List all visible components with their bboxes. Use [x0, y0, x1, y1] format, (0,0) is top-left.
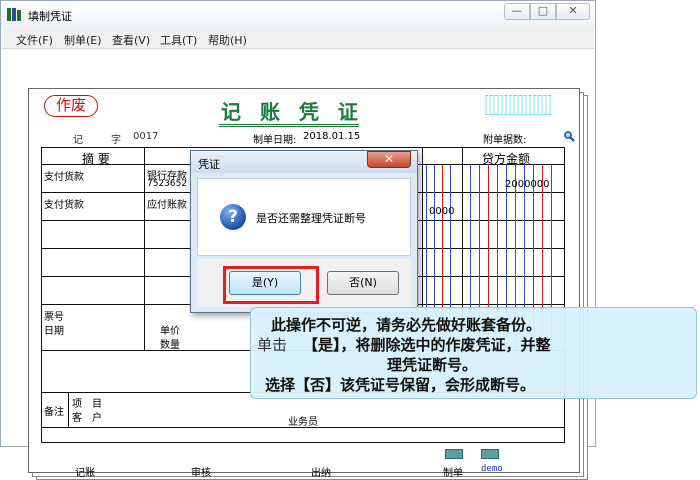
confirm-dialog: 凭证 ✕ ? 是否还需整理凭证断号 是(Y) 否(N) [190, 150, 418, 313]
row1-credit[interactable]: 2000000 [505, 179, 550, 190]
project-label: 项 目 [72, 399, 102, 410]
menu-voucher[interactable]: 制单(E) [64, 32, 102, 48]
menu-view[interactable]: 查看(V) [112, 32, 150, 48]
instruction-line-3: 理凭证断号。 [387, 356, 478, 374]
voucher-number[interactable]: 0017 [133, 131, 158, 142]
close-button[interactable]: ✕ [556, 3, 590, 20]
search-icon[interactable] [563, 130, 575, 142]
menu-file[interactable]: 文件(F) [16, 32, 53, 48]
remarks-label: 备注 [44, 407, 64, 418]
preparer-label: 制单 [443, 468, 463, 479]
title-underline [219, 124, 359, 127]
cashier-label: 出纳 [311, 468, 331, 479]
instruction-line-2: 【是】，将删除选中的作废凭证，并整 [303, 336, 551, 354]
row1-summary[interactable]: 支付货款 [44, 168, 84, 183]
row2-debit[interactable]: 0000 [429, 206, 454, 217]
question-icon: ? [220, 204, 246, 230]
salesperson-label: 业务员 [288, 417, 318, 428]
instruction-panel: 此操作不可逆，请务必先做好账套备份。 单击 【是】，将删除选中的作废凭证，并整 … [250, 307, 697, 399]
instruction-line-4: 选择【否】该凭证号保留，会形成断号。 [265, 376, 536, 394]
instruction-line-1: 此操作不可逆，请务必先做好账套备份。 [271, 316, 542, 334]
voucher-date[interactable]: 2018.01.15 [303, 131, 360, 142]
window-title: 填制凭证 [28, 10, 72, 23]
voucher-type: 记 [73, 135, 83, 146]
quantity-label: 数量 [160, 340, 180, 351]
dialog-title: 凭证 [198, 158, 220, 171]
menu-bar: 文件(F) 制单(E) 查看(V) 工具(T) 帮助(H) [2, 28, 594, 49]
voucher-stamp-area [485, 95, 551, 115]
summary-column-header: 摘 要 [82, 152, 110, 166]
voucher-number-label: 字 [111, 135, 121, 146]
menu-help[interactable]: 帮助(H) [208, 32, 247, 48]
instruction-line-2-prefix: 单击 [257, 336, 288, 354]
preparer-name: demo [481, 464, 503, 474]
dialog-titlebar[interactable]: 凭证 ✕ [191, 151, 417, 173]
row1-account-sub: 7523652 [147, 179, 188, 189]
ticket-date-label: 日期 [44, 326, 64, 337]
bookkeeping-label: 记账 [75, 468, 95, 479]
ticket-no-label: 票号 [44, 312, 64, 323]
no-button[interactable]: 否(N) [327, 271, 399, 295]
void-stamp: 作废 [44, 95, 98, 117]
yes-button-highlight [223, 266, 319, 304]
customer-label: 客 户 [72, 413, 102, 424]
toolbar-tiles [445, 449, 505, 459]
audit-label: 审核 [191, 468, 211, 479]
voucher-title: 记 账 凭 证 [221, 100, 364, 124]
date-label: 制单日期: [253, 135, 297, 146]
dialog-body: ? 是否还需整理凭证断号 [197, 178, 411, 256]
credit-column-header: 贷方金额 [482, 152, 531, 166]
maximize-button[interactable]: □ [530, 3, 556, 20]
dialog-close-button[interactable]: ✕ [367, 151, 411, 168]
row2-account[interactable]: 应付账款 [147, 196, 187, 211]
voucher-footer: 备注 项 目 客 户 业务员 [41, 393, 565, 443]
attachments-label: 附单据数: [483, 135, 527, 146]
app-books-icon [7, 8, 21, 21]
menu-tools[interactable]: 工具(T) [160, 32, 197, 48]
dialog-message: 是否还需整理凭证断号 [256, 212, 366, 225]
unit-price-label: 单价 [160, 326, 180, 337]
window-titlebar[interactable]: 填制凭证 — □ ✕ [1, 1, 595, 28]
row2-summary[interactable]: 支付货款 [44, 196, 84, 211]
minimize-button[interactable]: — [504, 3, 530, 20]
